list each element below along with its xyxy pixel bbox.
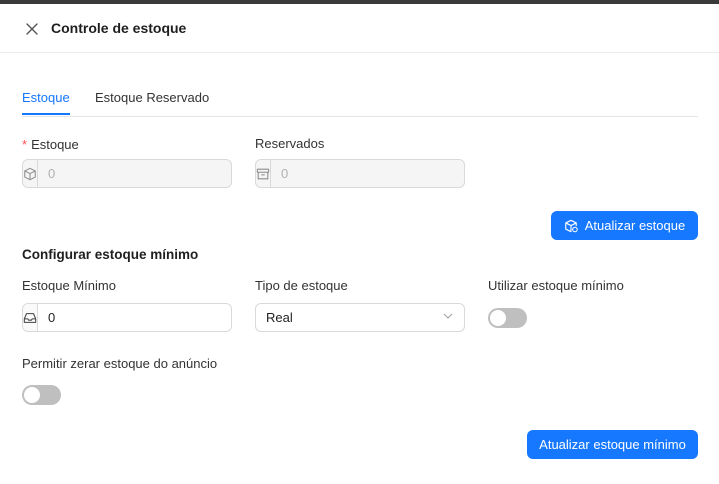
inbox-icon [23,304,38,331]
min-stock-input[interactable] [38,304,231,331]
use-min-stock-toggle[interactable] [488,308,527,328]
stock-input-group [22,159,232,188]
min-stock-input-group [22,303,232,332]
modal-header: Controle de estoque [0,4,719,53]
stock-label: * Estoque [22,137,79,152]
stock-label-text: Estoque [31,137,79,152]
tab-bar: Estoque Estoque Reservado [22,90,698,117]
archive-icon [256,160,271,187]
page-title: Controle de estoque [51,20,187,36]
reserved-label: Reservados [255,136,325,151]
stock-type-value: Real [266,310,293,325]
required-mark: * [22,137,28,152]
reserved-input-group [255,159,465,188]
package-refresh-icon [564,219,578,233]
chevron-down-icon [442,309,454,327]
stock-input[interactable] [38,160,231,187]
allow-zero-stock-label: Permitir zerar estoque do anúncio [22,356,218,371]
min-stock-label: Estoque Mínimo [22,278,116,293]
update-min-stock-button[interactable]: Atualizar estoque mínimo [527,430,698,459]
update-stock-label: Atualizar estoque [584,218,686,233]
package-icon [23,160,38,187]
allow-zero-stock-toggle[interactable] [22,385,61,405]
stock-type-select[interactable]: Real [255,303,465,332]
stock-type-label: Tipo de estoque [255,278,348,293]
tab-estoque-reservado[interactable]: Estoque Reservado [95,90,209,114]
toggle-knob [490,310,506,326]
close-icon[interactable] [24,21,40,37]
toggle-knob [24,387,40,403]
reserved-input[interactable] [271,160,464,187]
tab-estoque[interactable]: Estoque [22,90,70,115]
section-title-min-stock: Configurar estoque mínimo [22,247,199,262]
update-stock-button[interactable]: Atualizar estoque [551,211,698,240]
use-min-stock-label: Utilizar estoque mínimo [488,278,624,293]
update-min-stock-label: Atualizar estoque mínimo [539,437,686,452]
